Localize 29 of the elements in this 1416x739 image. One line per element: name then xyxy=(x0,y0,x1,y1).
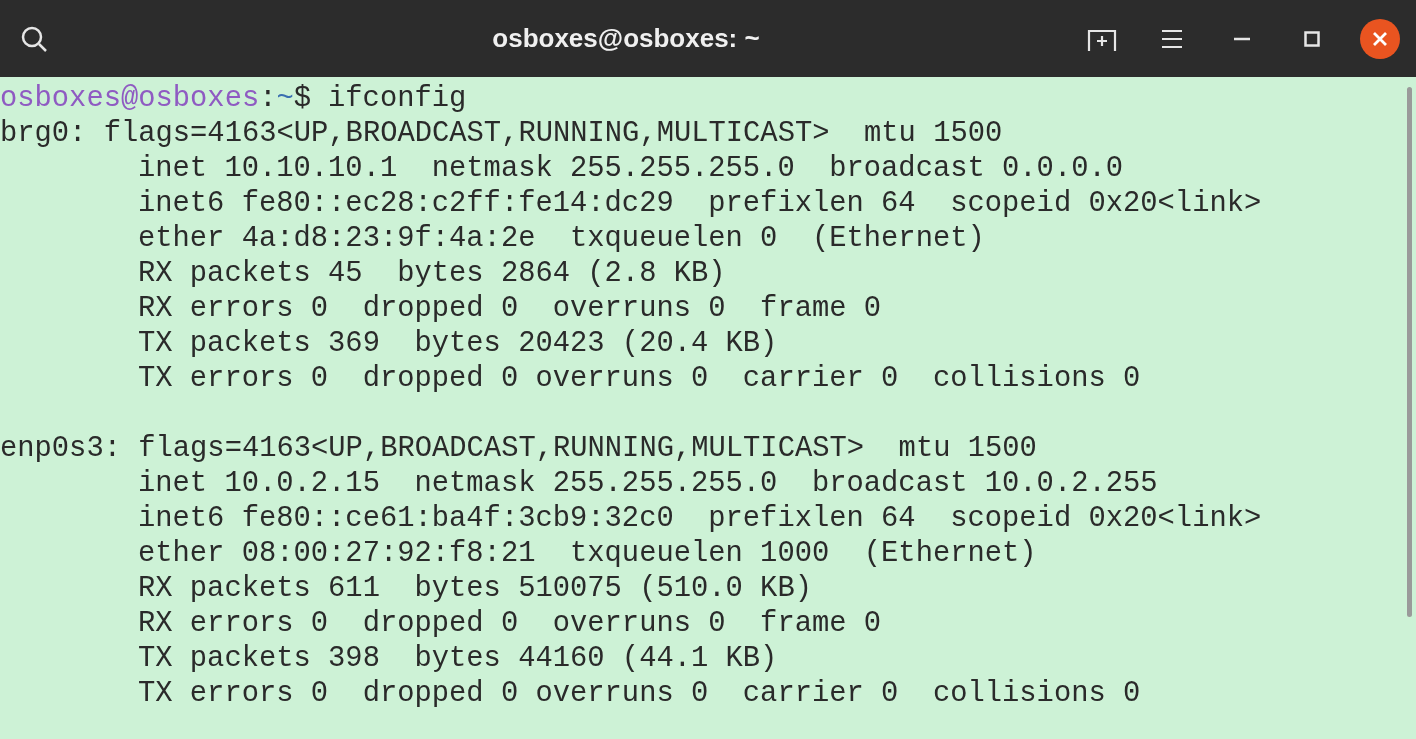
output-line: brg0: flags=4163<UP,BROADCAST,RUNNING,MULTICAST> mtu 1500 xyxy=(0,116,1004,151)
minimize-icon xyxy=(1234,36,1250,41)
output-line: RX errors 0 dropped 0 overruns 0 frame 0 xyxy=(138,607,882,640)
output-line: TX packets 398 bytes 44160 (44.1 KB) xyxy=(138,642,778,675)
close-button[interactable] xyxy=(1360,18,1400,59)
close-icon xyxy=(1372,30,1388,47)
search-icon xyxy=(20,24,48,53)
output-line: ether 08:00:27:92:f8:21 txqueuelen 1000 (Ethernet) xyxy=(138,537,1037,570)
output-line: TX errors 0 dropped 0 overruns 0 carrier 0 collisions 0 xyxy=(138,362,1141,395)
output-line: RX errors 0 dropped 0 overruns 0 frame 0 xyxy=(138,292,882,325)
menu-icon xyxy=(1161,28,1183,49)
prompt-user-host: osboxes@osboxes xyxy=(0,81,260,116)
output-line: TX errors 0 dropped 0 overruns 0 carrier 0 collisions 0 xyxy=(138,677,1141,710)
scrollbar-thumb[interactable] xyxy=(1406,87,1412,617)
output-line: RX packets 611 bytes 510075 (510.0 KB) xyxy=(138,572,812,605)
output-line: ether 4a:d8:23:9f:4a:2e txqueuelen 0 (Ethernet) xyxy=(138,222,985,255)
output-line: inet6 fe80::ce61:ba4f:3cb9:32c0 prefixlen 64 scopeid 0x20<link> xyxy=(138,502,1262,535)
output-line: RX packets 45 bytes 2864 (2.8 KB) xyxy=(138,257,726,290)
command-text: ifconfig xyxy=(328,81,467,116)
maximize-icon xyxy=(1304,30,1320,47)
prompt-symbol: $ xyxy=(293,81,312,116)
prompt-path: ~ xyxy=(276,81,294,116)
output-line: enp0s3: flags=4163<UP,BROADCAST,RUNNING,MULTICAST> mtu 1500 xyxy=(0,431,1038,466)
output-line: inet6 fe80::ec28:c2ff:fe14:dc29 prefixlen 64 scopeid 0x20<link> xyxy=(138,187,1262,220)
prompt-separator: : xyxy=(259,81,277,116)
output-line: TX packets 369 bytes 20423 (20.4 KB) xyxy=(138,327,778,360)
window-title: osboxes@osboxes: ~ xyxy=(492,22,760,55)
output-line: inet 10.0.2.15 netmask 255.255.255.0 broadcast 10.0.2.255 xyxy=(138,467,1158,500)
output-line: inet 10.10.10.1 netmask 255.255.255.0 broadcast 0.0.0.0 xyxy=(138,152,1123,185)
